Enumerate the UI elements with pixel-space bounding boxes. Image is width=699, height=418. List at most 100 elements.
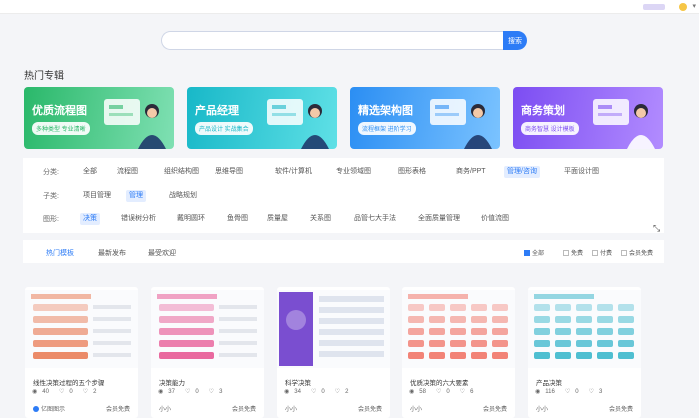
banner-subtitle: 流程框架 进阶学习 [358, 122, 416, 135]
template-card[interactable]: 产品决策 ◉ 116 ♡ 0 ♡ 3 小小 会员免费 [528, 287, 641, 418]
thumbnail-preview [25, 290, 138, 368]
filter-option[interactable]: 决策 [80, 213, 100, 225]
template-thumbnail[interactable] [528, 290, 641, 368]
coin-icon[interactable] [679, 3, 687, 11]
price-badge: 会员免费 [231, 407, 256, 413]
filter-checkbox[interactable]: 免费 [563, 248, 583, 257]
section-title: 热门专辑 [24, 71, 64, 82]
banner-illustration [104, 99, 166, 149]
banner-subtitle: 多种类型 专业清晰 [32, 122, 90, 135]
user-avatar[interactable] [643, 4, 665, 10]
thumbnail-preview [402, 290, 515, 368]
template-title[interactable]: 科学决策 [285, 377, 311, 387]
banner-title: 产品经理 [195, 105, 239, 117]
filter-option[interactable]: 专业领域图 [333, 166, 374, 178]
search-button[interactable]: 搜索 [503, 31, 527, 50]
price-badge: 会员免费 [357, 407, 382, 413]
sort-tab[interactable]: 热门模板 [46, 248, 74, 258]
price-badge: 会员免费 [608, 407, 633, 413]
filter-row-category: 分类: 全部 流程图 组织结构图 思维导图 软件/计算机 专业领域图 图形表格 商务/PPT 管… [23, 166, 664, 178]
stat-favs: ♡ 2 [335, 389, 354, 395]
filter-option[interactable]: 关系图 [307, 213, 334, 225]
filter-checkbox[interactable]: 全部 [524, 248, 544, 257]
checkbox-icon[interactable] [621, 250, 627, 256]
template-card[interactable]: 决策能力 ◉ 37 ♡ 0 ♡ 3 小小 会员免费 [151, 287, 264, 418]
template-card[interactable]: 科学决策 ◉ 34 ♡ 0 ♡ 2 小小 会员免费 [277, 287, 390, 418]
filter-option[interactable]: 思维导图 [212, 166, 246, 178]
filter-option[interactable]: 图形表格 [395, 166, 429, 178]
stat-views: ◉ 58 [409, 389, 431, 395]
filter-option[interactable]: 流程图 [114, 166, 141, 178]
stat-value: 0 [195, 389, 199, 395]
template-title[interactable]: 产品决策 [536, 377, 562, 387]
checkbox-icon[interactable] [563, 250, 569, 256]
filter-row-subcategory: 子类: 项目管理 管理 战略规划 [23, 190, 664, 202]
filter-option[interactable]: 戴明圆环 [174, 213, 208, 225]
template-thumbnail[interactable] [25, 290, 138, 368]
template-author[interactable]: 小小 [159, 404, 171, 413]
filter-option[interactable]: 软件/计算机 [272, 166, 315, 178]
filter-option[interactable]: 战略规划 [166, 190, 200, 202]
filter-option[interactable]: 全面质量管理 [415, 213, 463, 225]
banner-title: 精选架构图 [358, 105, 413, 117]
checkbox-icon[interactable] [524, 250, 530, 256]
filter-option[interactable]: 项目管理 [80, 190, 114, 202]
banner-title: 商务策划 [521, 105, 565, 117]
template-author[interactable]: 小小 [536, 404, 548, 413]
filter-label-shape: 图形: [43, 216, 59, 223]
expand-icon[interactable]: ⤡ [653, 223, 660, 234]
template-title[interactable]: 优质决策的六大要素 [410, 377, 469, 387]
filter-option[interactable]: 组织结构图 [161, 166, 202, 178]
favorite-icon: ♡ [208, 389, 215, 395]
checkbox-label: 会员免费 [629, 251, 654, 257]
filter-option[interactable]: 管理 [126, 190, 146, 202]
template-author[interactable]: 小小 [410, 404, 422, 413]
template-stats: ◉ 116 ♡ 0 ♡ 3 [535, 388, 612, 395]
filter-option[interactable]: 平面设计图 [561, 166, 602, 178]
banner-card[interactable]: 精选架构图流程框架 进阶学习 [350, 87, 500, 149]
template-card[interactable]: 线性决策过程的五个步骤 ◉ 40 ♡ 0 ♡ 2 亿图图示 会员免费 [25, 287, 138, 418]
sort-tab[interactable]: 最新发布 [98, 248, 126, 258]
filter-option[interactable]: 全部 [80, 166, 100, 178]
filter-option[interactable]: 价值流图 [478, 213, 512, 225]
search-input[interactable] [161, 31, 505, 50]
banner-illustration [267, 99, 329, 149]
stat-views: ◉ 37 [158, 389, 180, 395]
banner-card[interactable]: 优质流程图 多种类型 专业清晰 [24, 87, 174, 149]
favorite-icon: ♡ [459, 389, 466, 395]
filter-option[interactable]: 错误树分析 [118, 213, 159, 225]
sort-tab[interactable]: 最受欢迎 [148, 248, 176, 258]
template-thumbnail[interactable] [277, 290, 390, 368]
author-name: 小小 [536, 407, 549, 413]
template-title[interactable]: 决策能力 [159, 377, 185, 387]
thumbnail-preview [528, 290, 641, 368]
like-icon: ♡ [310, 389, 317, 395]
template-thumbnail[interactable] [402, 290, 515, 368]
banner-card[interactable]: 产品经理产品设计 实战集合 [187, 87, 337, 149]
filter-option[interactable]: 品管七大手法 [351, 213, 399, 225]
stat-likes: ♡ 0 [436, 389, 455, 395]
stat-likes: ♡ 0 [565, 389, 584, 395]
template-card[interactable]: 优质决策的六大要素 ◉ 58 ♡ 0 ♡ 6 小小 会员免费 [402, 287, 515, 418]
template-author[interactable]: 小小 [285, 404, 297, 413]
stat-views: ◉ 40 [32, 389, 54, 395]
template-title[interactable]: 线性决策过程的五个步骤 [33, 377, 105, 387]
filter-option[interactable]: 质量屋 [264, 213, 291, 225]
stat-value: 2 [93, 389, 97, 395]
filter-option[interactable]: 鱼骨图 [224, 213, 251, 225]
eye-icon: ◉ [158, 389, 164, 395]
template-author[interactable]: 亿图图示 [33, 404, 65, 413]
banner-subtitle: 产品设计 实战集合 [195, 122, 253, 135]
template-thumbnail[interactable] [151, 290, 264, 368]
filter-checkbox[interactable]: 付费 [592, 248, 612, 257]
chevron-down-icon[interactable]: ▾ [692, 2, 696, 10]
filter-label-subcategory: 子类: [43, 193, 59, 200]
filter-option[interactable]: 管理/咨询 [504, 166, 540, 178]
checkbox-icon[interactable] [592, 250, 598, 256]
filter-checkbox[interactable]: 会员免费 [621, 248, 653, 257]
filter-option[interactable]: 商务/PPT [453, 166, 489, 178]
stat-value: 37 [168, 389, 175, 395]
banner-card[interactable]: 商务策划 商务智慧 设计模板 [513, 87, 663, 149]
stat-value: 0 [69, 389, 73, 395]
checkbox-label: 全部 [532, 251, 545, 257]
